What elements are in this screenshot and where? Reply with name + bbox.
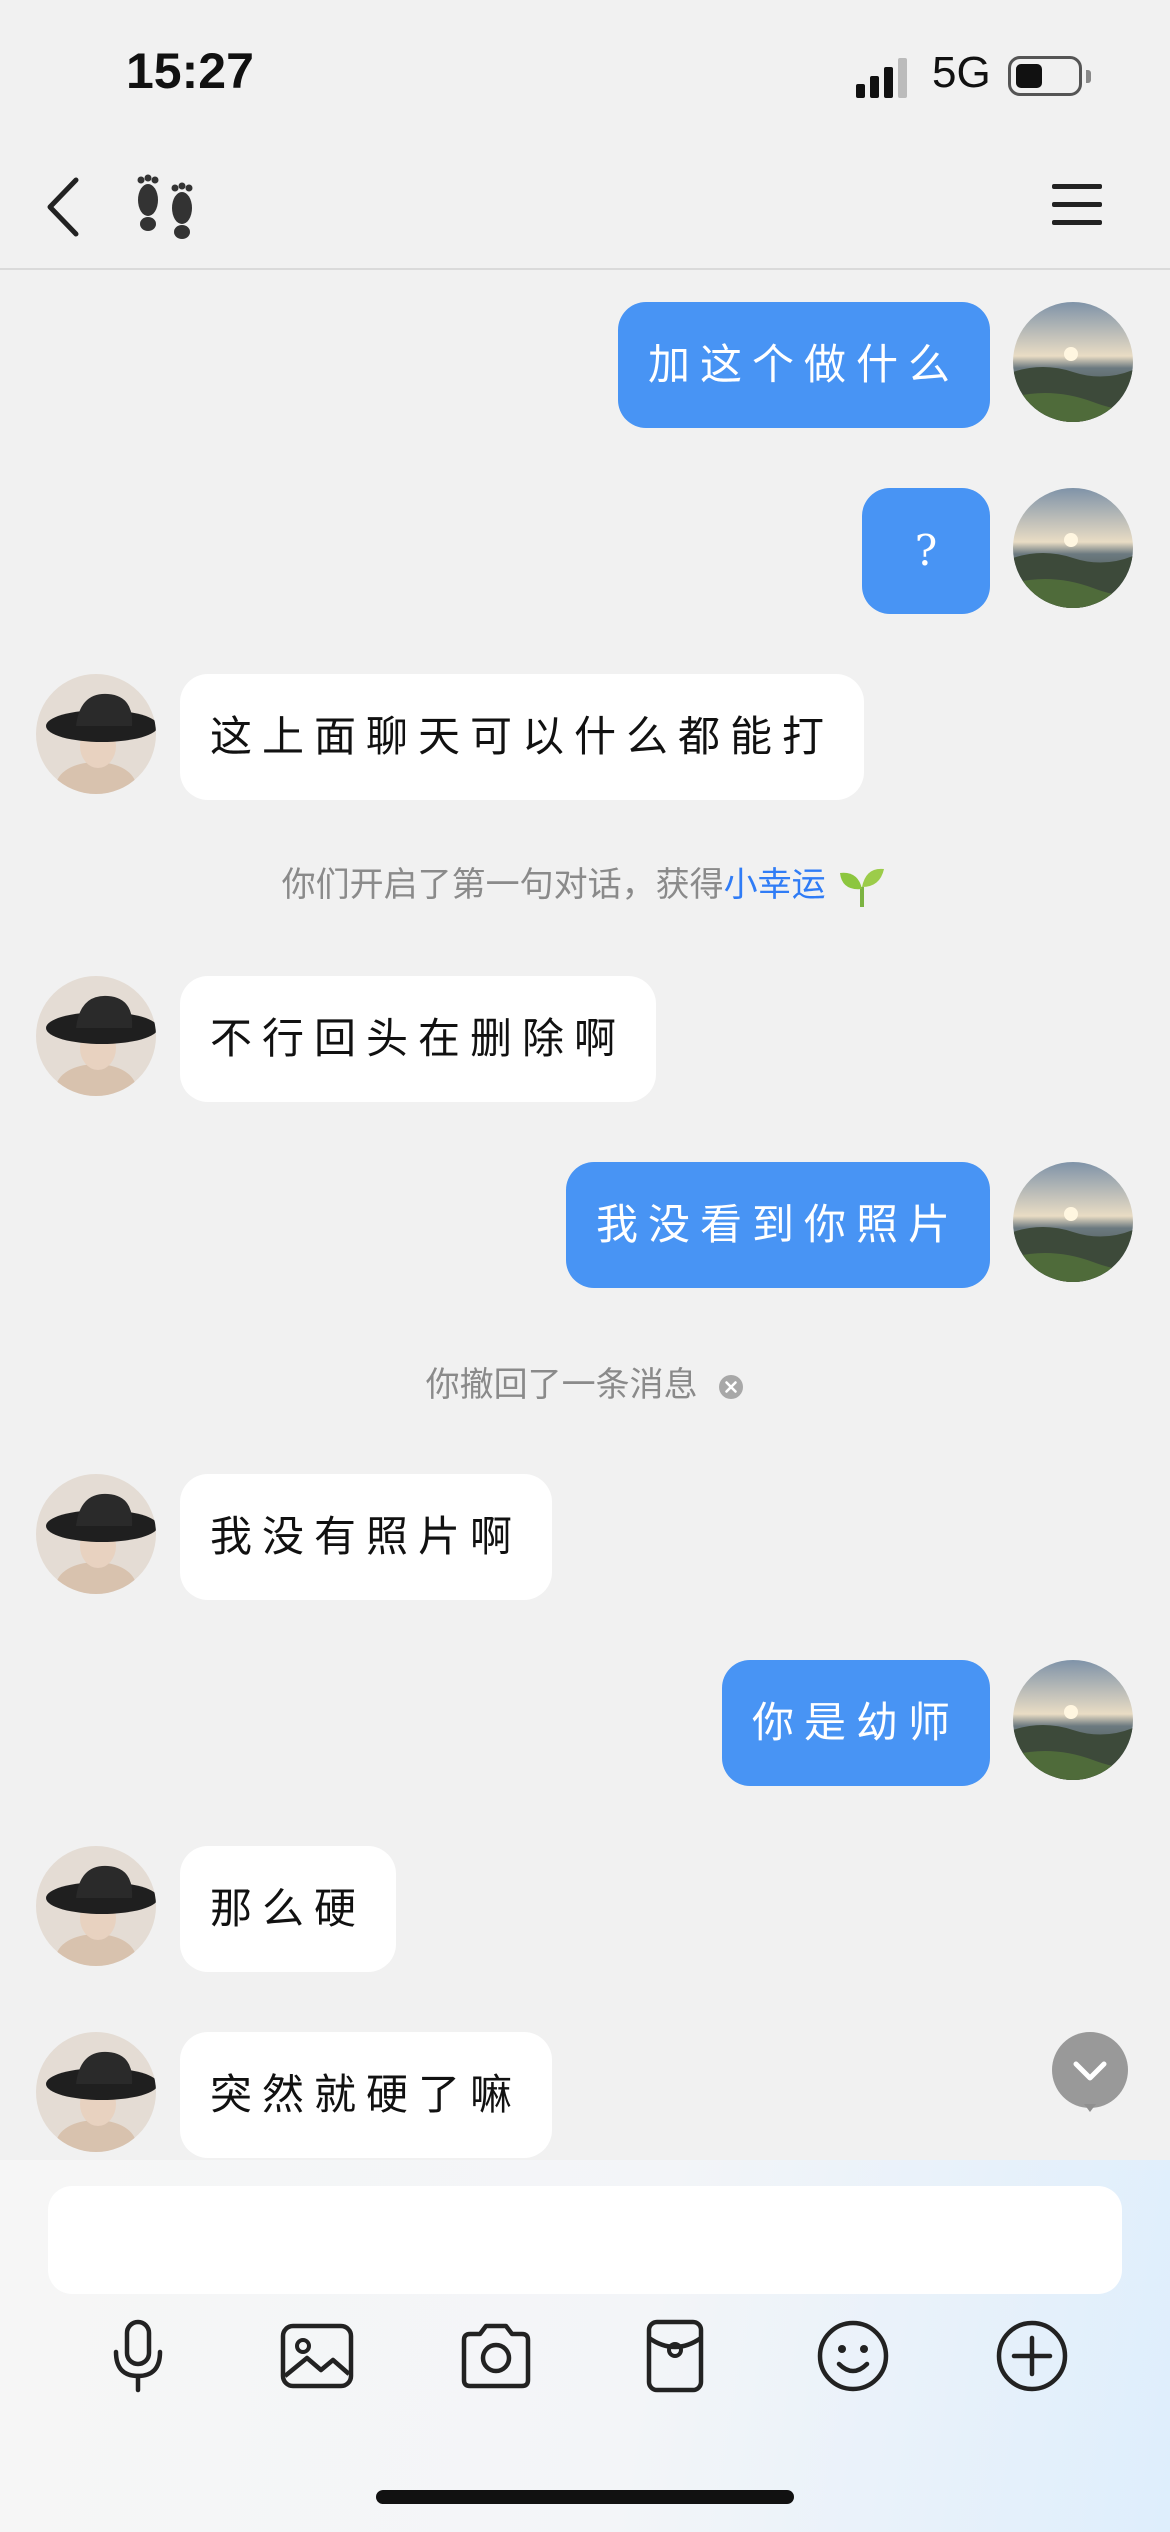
- image-icon[interactable]: [277, 2316, 357, 2396]
- camera-icon[interactable]: [456, 2316, 536, 2396]
- message-bubble-self[interactable]: 你是幼师: [721, 1660, 990, 1786]
- avatar-self[interactable]: [1013, 1162, 1133, 1282]
- composer-bar: [0, 2160, 1170, 2532]
- status-time: 15:27: [126, 43, 254, 99]
- contact-avatar-image: [36, 976, 156, 1096]
- message-bubble-self[interactable]: 我没看到你照片: [565, 1162, 990, 1288]
- message-row: 加这个做什么: [0, 302, 1170, 428]
- message-row: 那么硬: [0, 1846, 1170, 1972]
- message-row: 不行回头在删除啊: [0, 976, 1170, 1102]
- battery-icon: [1008, 56, 1082, 96]
- lucky-link[interactable]: 小幸运: [724, 865, 826, 905]
- battery-tip: [1086, 70, 1091, 83]
- message-bubble-contact[interactable]: 那么硬: [180, 1846, 397, 1972]
- avatar-contact[interactable]: [36, 976, 156, 1096]
- avatar-contact[interactable]: [36, 1474, 156, 1594]
- message-input[interactable]: [48, 2186, 1122, 2294]
- system-note-text: 你们开启了第一句对话，获得: [281, 865, 724, 905]
- avatar-contact[interactable]: [36, 674, 156, 794]
- avatar-self[interactable]: [1013, 1660, 1133, 1780]
- chat-header: [0, 150, 1170, 270]
- avatar-self[interactable]: [1013, 302, 1133, 422]
- avatar-contact[interactable]: [36, 2032, 156, 2152]
- message-list[interactable]: 加这个做什么 ? 这上面聊天可以什么都能打 你们开启了第一句对话，获得小幸运 不…: [0, 270, 1170, 2160]
- hamburger-menu-icon[interactable]: [1050, 180, 1104, 230]
- contact-avatar-image: [36, 1846, 156, 1966]
- message-bubble-contact[interactable]: 我没有照片啊: [180, 1474, 553, 1600]
- red-packet-icon[interactable]: [635, 2316, 715, 2396]
- self-avatar-image: [1013, 488, 1133, 608]
- status-bar: 15:27 5G: [0, 0, 1170, 150]
- avatar-self[interactable]: [1013, 488, 1133, 608]
- message-row: ?: [0, 488, 1170, 614]
- message-bubble-contact[interactable]: 这上面聊天可以什么都能打: [180, 674, 865, 800]
- message-bubble-contact[interactable]: 不行回头在删除啊: [180, 976, 657, 1102]
- recalled-text: 你撤回了一条消息: [425, 1365, 698, 1405]
- contact-avatar-image: [36, 1474, 156, 1594]
- self-avatar-image: [1013, 1162, 1133, 1282]
- back-chevron-icon[interactable]: [40, 172, 90, 242]
- contact-avatar-image: [36, 674, 156, 794]
- home-indicator[interactable]: [376, 2490, 794, 2504]
- avatar-contact[interactable]: [36, 1846, 156, 1966]
- footprints-icon[interactable]: [128, 170, 204, 240]
- message-bubble-contact[interactable]: 突然就硬了嘛: [180, 2032, 553, 2158]
- signal-strength-icon: [856, 58, 907, 98]
- scroll-to-bottom-button[interactable]: [1050, 2032, 1130, 2112]
- network-type: 5G: [932, 48, 991, 97]
- system-note-first-chat: 你们开启了第一句对话，获得小幸运: [0, 860, 1170, 910]
- plus-icon[interactable]: [992, 2316, 1072, 2396]
- self-avatar-image: [1013, 1660, 1133, 1780]
- contact-avatar-image: [36, 2032, 156, 2152]
- system-note-recalled: 你撤回了一条消息: [0, 1360, 1170, 1410]
- message-bubble-self[interactable]: ?: [862, 488, 990, 614]
- message-row: 我没有照片啊: [0, 1474, 1170, 1600]
- message-row: 我没看到你照片: [0, 1162, 1170, 1288]
- sprout-icon: [840, 868, 885, 907]
- close-circle-icon[interactable]: [718, 1374, 744, 1400]
- microphone-icon[interactable]: [98, 2316, 178, 2396]
- message-row: 这上面聊天可以什么都能打: [0, 674, 1170, 800]
- message-row: 突然就硬了嘛: [0, 2032, 1170, 2158]
- message-row: 你是幼师: [0, 1660, 1170, 1786]
- emoji-icon[interactable]: [813, 2316, 893, 2396]
- self-avatar-image: [1013, 302, 1133, 422]
- message-bubble-self[interactable]: 加这个做什么: [617, 302, 990, 428]
